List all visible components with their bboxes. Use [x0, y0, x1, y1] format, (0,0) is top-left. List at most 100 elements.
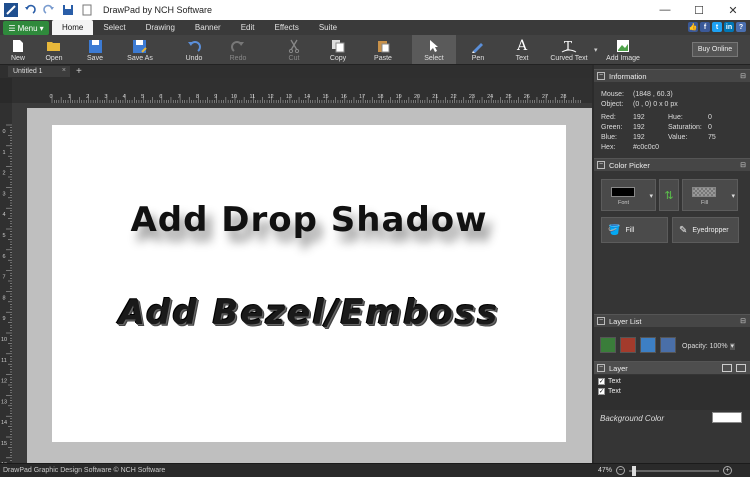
undo-button[interactable]: Undo	[172, 35, 216, 64]
layer-visible-checkbox[interactable]: ✓	[598, 378, 605, 385]
swap-colors-button[interactable]: ⇅	[659, 179, 679, 211]
curved-text-dropdown-icon[interactable]: ▾	[594, 35, 602, 64]
fill-color-well[interactable]: Fill ▾	[682, 179, 738, 211]
curved-text-button[interactable]: T Curved Text	[544, 35, 594, 64]
select-button[interactable]: Select	[412, 35, 456, 64]
visibility-icon[interactable]	[722, 364, 732, 372]
save-quick-icon[interactable]	[60, 2, 76, 18]
ruler-label: 12	[1, 379, 7, 385]
redo-button[interactable]: Redo	[216, 35, 260, 64]
pin-icon[interactable]: ⊟	[740, 317, 746, 325]
redo-quick-icon[interactable]	[41, 2, 57, 18]
collapse-icon[interactable]: −	[597, 161, 605, 169]
layer-header[interactable]: − Layer	[594, 361, 750, 374]
zoom-in-icon[interactable]: +	[723, 466, 732, 475]
save-icon	[87, 39, 103, 53]
font-color-well[interactable]: Font ▾	[601, 179, 656, 211]
add-layer-icon[interactable]	[600, 337, 616, 353]
opacity-stepper-icon[interactable]: ▾	[729, 343, 736, 350]
fill-color-dropdown-icon[interactable]: ▾	[731, 192, 735, 200]
save-as-button[interactable]: Save As	[118, 35, 162, 64]
document-tab[interactable]: Untitled 1 ×	[8, 66, 70, 77]
text-button[interactable]: A Text	[500, 35, 544, 64]
new-button[interactable]: New	[0, 35, 36, 64]
canvas-area[interactable]: Add Drop Shadow Add Bezel/Emboss	[12, 103, 592, 463]
copy-label: Copy	[329, 55, 347, 62]
layer-list-header[interactable]: − Layer List ⊟	[594, 314, 750, 327]
ruler-label: 2	[86, 94, 89, 100]
ruler-label: 15	[322, 94, 328, 100]
drawing-page[interactable]: Add Drop Shadow Add Bezel/Emboss	[52, 125, 566, 442]
tab-home[interactable]: Home	[52, 20, 94, 35]
layer-item[interactable]: ✓ Text	[598, 378, 621, 385]
color-picker-title: Color Picker	[609, 160, 650, 170]
tab-banner[interactable]: Banner	[185, 20, 231, 35]
pin-icon[interactable]: ⊟	[740, 161, 746, 169]
paste-button[interactable]: Paste	[360, 35, 406, 64]
twitter-icon[interactable]: t	[712, 22, 722, 32]
layer-up-icon[interactable]	[640, 337, 656, 353]
collapse-icon[interactable]: −	[597, 317, 605, 325]
color-picker-header[interactable]: − Color Picker ⊟	[594, 158, 750, 171]
app-logo-icon	[3, 2, 19, 18]
fill-button[interactable]: 🪣 Fill	[601, 217, 668, 243]
layer-down-icon[interactable]	[660, 337, 676, 353]
add-image-button[interactable]: Add Image	[602, 35, 644, 64]
zoom-out-icon[interactable]: −	[616, 466, 625, 475]
pen-button[interactable]: Pen	[456, 35, 500, 64]
close-button[interactable]: ✕	[716, 0, 750, 20]
ruler-label: 23	[469, 94, 475, 100]
ruler-label: 4	[2, 212, 5, 218]
tab-drawing[interactable]: Drawing	[136, 20, 185, 35]
save-button[interactable]: Save	[72, 35, 118, 64]
save-as-icon	[132, 39, 148, 53]
ruler-label: 27	[542, 94, 548, 100]
cut-button[interactable]: Cut	[272, 35, 316, 64]
opacity-value[interactable]: 100%	[710, 343, 728, 350]
add-tab-icon[interactable]: +	[76, 66, 82, 77]
facebook-icon[interactable]: f	[700, 22, 710, 32]
copy-button[interactable]: Copy	[316, 35, 360, 64]
lock-icon[interactable]	[736, 364, 746, 372]
undo-quick-icon[interactable]	[22, 2, 38, 18]
tab-suite[interactable]: Suite	[309, 20, 347, 35]
paint-bucket-icon: 🪣	[608, 224, 621, 236]
layer-visible-checkbox[interactable]: ✓	[598, 388, 605, 395]
bezel-emboss-text[interactable]: Add Bezel/Emboss	[52, 293, 566, 333]
collapse-icon[interactable]: −	[597, 364, 605, 372]
ruler-label: 5	[141, 94, 144, 100]
ruler-label: 24	[487, 94, 493, 100]
pin-icon[interactable]: ⊟	[740, 72, 746, 80]
information-panel-header[interactable]: − Information ⊟	[594, 69, 750, 82]
maximize-button[interactable]: ☐	[682, 0, 716, 20]
ruler-corner	[0, 78, 12, 103]
save-label: Save	[87, 55, 103, 62]
zoom-slider-thumb[interactable]	[631, 465, 636, 476]
tab-edit[interactable]: Edit	[231, 20, 265, 35]
tab-effects[interactable]: Effects	[265, 20, 309, 35]
buy-online-button[interactable]: Buy Online	[692, 42, 738, 57]
drop-shadow-text[interactable]: Add Drop Shadow	[52, 200, 566, 240]
like-icon[interactable]: 👍	[688, 22, 698, 32]
layer-item[interactable]: ✓ Text	[598, 388, 621, 395]
menu-button[interactable]: ☰ Menu ▾	[3, 21, 49, 35]
help-icon[interactable]: ?	[736, 22, 746, 32]
zoom-slider[interactable]	[629, 465, 719, 476]
delete-layer-icon[interactable]	[620, 337, 636, 353]
ruler-label: 3	[104, 94, 107, 100]
text-icon: A	[516, 38, 528, 54]
ruler-label: 4	[123, 94, 126, 100]
social-links: 👍 f t in ?	[688, 22, 746, 32]
background-color-swatch[interactable]	[712, 412, 742, 423]
ruler-label: 7	[178, 94, 181, 100]
collapse-icon[interactable]: −	[597, 72, 605, 80]
tab-select[interactable]: Select	[93, 20, 135, 35]
minimize-button[interactable]: —	[648, 0, 682, 20]
info-mouse: Mouse: (1848 , 60.3)	[601, 91, 673, 98]
font-color-dropdown-icon[interactable]: ▾	[649, 192, 653, 200]
eyedropper-button[interactable]: ✎ Eyedropper	[672, 217, 739, 243]
linkedin-icon[interactable]: in	[724, 22, 734, 32]
open-button[interactable]: Open	[36, 35, 72, 64]
new-quick-icon[interactable]	[79, 2, 95, 18]
close-tab-icon[interactable]: ×	[62, 67, 66, 74]
